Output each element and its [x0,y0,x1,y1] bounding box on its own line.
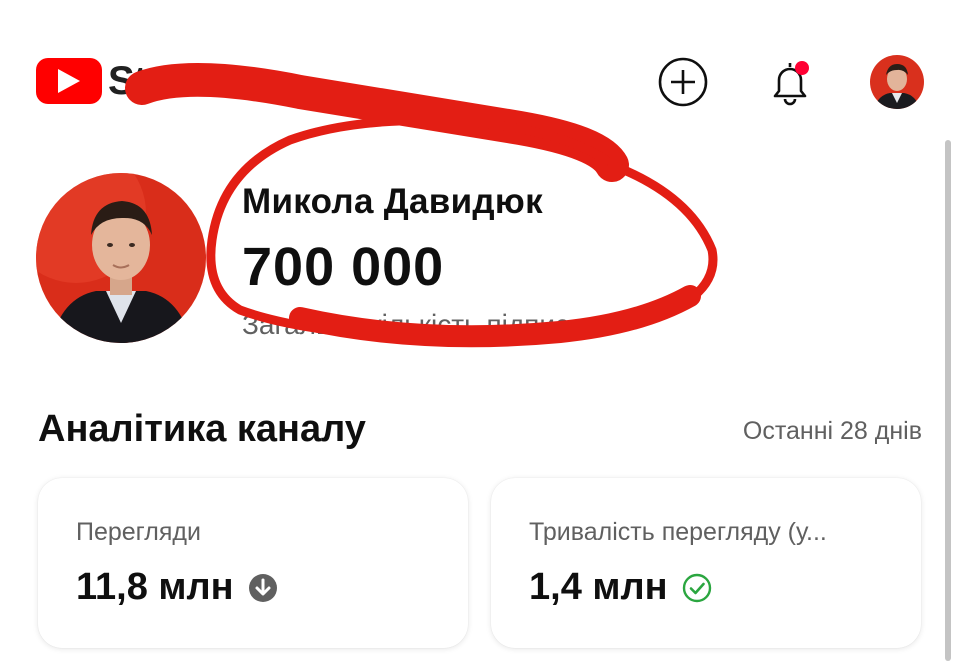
check-circle-icon [682,573,712,603]
add-circle-icon [658,57,708,107]
views-card-value-row: 11,8 млн [76,566,278,609]
notifications-button[interactable] [764,56,816,108]
analytics-period-selector[interactable]: Останні 28 днів [743,417,922,446]
create-button[interactable] [657,56,709,108]
arrow-down-circle-icon [248,573,278,603]
subscriber-count-label: Загальна кількість підписок [242,309,598,340]
logo-text: Studio [108,58,227,103]
marker-ellipse-outline [206,115,718,345]
account-avatar[interactable] [870,55,924,109]
studio-screen: Studio Микола Давидюк 700 000 Загальна к… [0,0,960,661]
views-card-value: 11,8 млн [76,566,234,608]
watch-time-card[interactable]: Тривалість перегляду (у... 1,4 млн [491,478,921,648]
watch-time-card-value: 1,4 млн [529,566,668,608]
views-card[interactable]: Перегляди 11,8 млн [38,478,468,648]
subscriber-count: 700 000 [242,237,445,297]
youtube-play-icon [36,58,102,104]
youtube-studio-logo[interactable]: Studio [36,58,227,104]
watch-time-card-label: Тривалість перегляду (у... [529,518,827,546]
channel-avatar [36,173,206,343]
notification-dot [795,61,809,75]
channel-name: Микола Давидюк [242,182,543,221]
channel-analytics-title: Аналітика каналу [38,408,366,450]
views-card-label: Перегляди [76,518,201,546]
bell-icon [773,61,809,106]
watch-time-card-value-row: 1,4 млн [529,566,712,609]
page-scrollbar[interactable] [945,140,951,661]
